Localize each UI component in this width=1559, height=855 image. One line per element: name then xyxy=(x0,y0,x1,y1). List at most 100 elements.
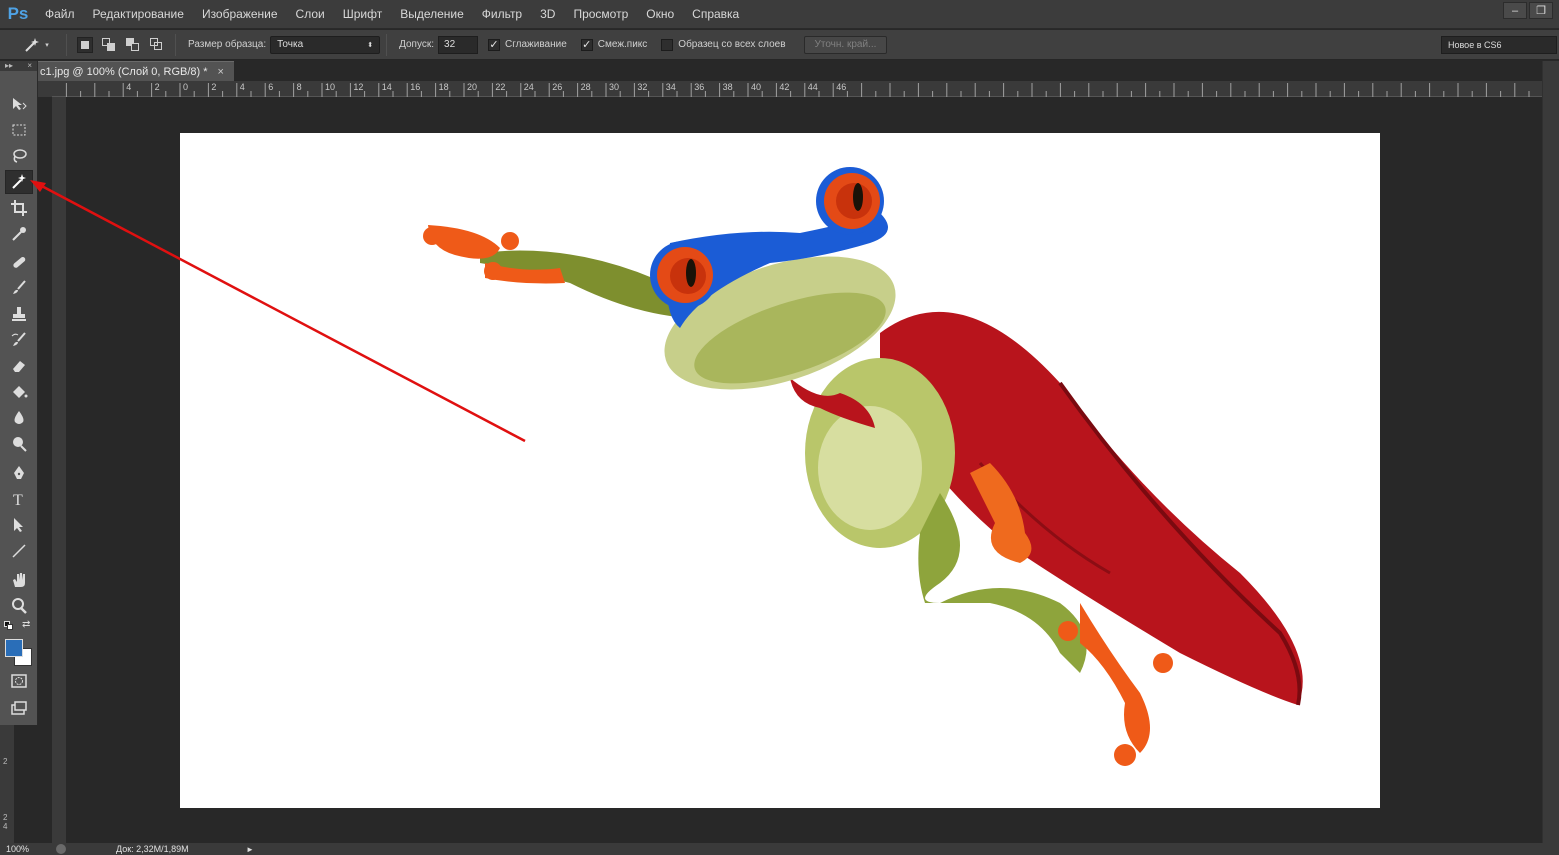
menu-item[interactable]: 3D xyxy=(531,0,564,29)
toolbox: ▸▸ × T ⇄ xyxy=(0,61,38,725)
intersect-selection-button[interactable] xyxy=(149,37,165,53)
menu-item[interactable]: Выделение xyxy=(391,0,473,29)
menu-item[interactable]: Просмотр xyxy=(564,0,637,29)
menu-item[interactable]: Справка xyxy=(683,0,748,29)
ruler-label: 34 xyxy=(666,82,676,92)
frog-superhero-image xyxy=(423,167,1303,766)
new-selection-button[interactable] xyxy=(77,36,93,53)
vertical-scrollbar[interactable] xyxy=(1542,61,1559,843)
marquee-tool-button[interactable] xyxy=(5,118,33,142)
history-brush-tool-button[interactable] xyxy=(5,328,33,352)
workspace-switcher[interactable]: Новое в CS6 xyxy=(1441,36,1557,54)
subtract-from-selection-button[interactable] xyxy=(125,37,141,53)
brush-tool-button[interactable] xyxy=(5,276,33,300)
line-tool-button[interactable] xyxy=(5,539,33,563)
contiguous-checkbox[interactable]: ✓ Смеж.пикс xyxy=(580,38,647,51)
close-icon[interactable]: × xyxy=(218,66,224,78)
add-to-selection-button[interactable] xyxy=(101,37,117,53)
menu-item[interactable]: Слои xyxy=(287,0,334,29)
divider xyxy=(175,33,176,56)
magic-wand-tool-icon xyxy=(12,174,26,189)
menu-item[interactable]: Редактирование xyxy=(84,0,193,29)
sample-all-layers-checkbox[interactable]: Образец со всех слоев xyxy=(661,38,786,51)
updown-arrows-icon: ⬍ xyxy=(367,41,374,49)
document-tab-title: c1.jpg @ 100% (Слой 0, RGB/8) * xyxy=(40,65,208,78)
ruler-label: 30 xyxy=(609,82,619,92)
default-colors-icon[interactable] xyxy=(4,621,14,631)
pen-tool-icon xyxy=(14,466,24,479)
status-menu-arrow-icon[interactable]: ► xyxy=(246,845,254,854)
divider xyxy=(66,33,67,56)
ruler-label: 36 xyxy=(694,82,704,92)
zoom-tool-button[interactable] xyxy=(5,594,33,618)
status-bar-icon[interactable] xyxy=(56,844,66,854)
pen-tool-button[interactable] xyxy=(5,461,33,485)
vertical-ruler-lower: 2 2 4 xyxy=(0,725,14,843)
menu-items: Файл Редактирование Изображение Слои Шрифт Вы… xyxy=(36,0,748,29)
screen-mode-icon xyxy=(11,701,27,715)
ruler-label: 46 xyxy=(836,82,846,92)
crop-tool-icon xyxy=(11,200,27,216)
vruler-label: 4 xyxy=(3,822,8,831)
dodge-tool-icon xyxy=(13,437,27,452)
hand-tool-button[interactable] xyxy=(5,568,33,592)
minimize-button[interactable]: – xyxy=(1503,2,1527,19)
menu-item[interactable]: Файл xyxy=(36,0,84,29)
lasso-tool-button[interactable] xyxy=(5,144,33,168)
sample-all-layers-label: Образец со всех слоев xyxy=(678,39,786,50)
document-canvas[interactable] xyxy=(180,133,1380,808)
move-tool-icon xyxy=(13,98,27,110)
photoshop-logo: Ps xyxy=(7,4,29,23)
menu-item[interactable]: Изображение xyxy=(193,0,287,29)
tolerance-label: Допуск: xyxy=(399,39,435,50)
menu-bar: Ps Файл Редактирование Изображение Слои Шриф… xyxy=(0,0,1559,29)
ruler-label: 38 xyxy=(723,82,733,92)
magic-wand-tool-button[interactable] xyxy=(5,170,33,194)
move-tool-button[interactable] xyxy=(5,92,33,116)
horizontal-ruler[interactable]: 4 2 0 2 4 6 8 10 12 14 16 18 20 22 24 26 28 30 32 34 36 38 40 4… xyxy=(52,81,1542,97)
type-tool-button[interactable]: T xyxy=(5,487,33,511)
sample-size-select[interactable]: Точка ⬍ xyxy=(270,35,381,54)
quick-mask-icon xyxy=(11,674,27,688)
toolbox-header: ▸▸ × xyxy=(0,61,37,71)
eyedropper-tool-button[interactable] xyxy=(5,222,33,246)
tool-preset-picker[interactable]: ▾ xyxy=(12,33,60,57)
ruler-label: 0 xyxy=(183,82,188,92)
paint-bucket-tool-button[interactable] xyxy=(5,380,33,404)
dodge-tool-button[interactable] xyxy=(5,432,33,456)
ruler-label: 22 xyxy=(495,82,505,92)
ruler-label: 12 xyxy=(353,82,363,92)
ruler-label: 42 xyxy=(779,82,789,92)
vruler-label: 2 xyxy=(3,757,8,766)
menu-item[interactable]: Шрифт xyxy=(334,0,391,29)
ruler-label: 2 xyxy=(211,82,216,92)
tolerance-input[interactable]: 32 xyxy=(438,35,479,54)
close-icon[interactable]: × xyxy=(27,61,32,71)
swap-colors-icon[interactable]: ⇄ xyxy=(22,619,30,630)
zoom-level[interactable]: 100% xyxy=(0,844,56,854)
eraser-tool-button[interactable] xyxy=(5,354,33,378)
menu-item[interactable]: Окно xyxy=(637,0,683,29)
refine-edge-button[interactable]: Уточн. край... xyxy=(803,35,888,54)
clone-stamp-tool-button[interactable] xyxy=(5,302,33,326)
restore-button[interactable]: ❐ xyxy=(1529,2,1553,19)
ruler-label: 24 xyxy=(524,82,534,92)
menu-item[interactable]: Фильтр xyxy=(473,0,531,29)
line-tool-icon xyxy=(12,544,26,558)
foreground-color-swatch[interactable] xyxy=(5,639,23,657)
quick-mask-button[interactable] xyxy=(5,669,33,693)
document-tab[interactable]: c1.jpg @ 100% (Слой 0, RGB/8) * × xyxy=(38,61,234,81)
healing-brush-tool-button[interactable] xyxy=(5,250,33,274)
collapse-arrows-icon[interactable]: ▸▸ xyxy=(5,61,13,71)
ruler-label: 4 xyxy=(126,82,131,92)
path-selection-tool-button[interactable] xyxy=(5,513,33,537)
ruler-label: 20 xyxy=(467,82,477,92)
sample-size-label: Размер образца: xyxy=(188,39,267,50)
ruler-origin[interactable] xyxy=(38,81,52,97)
vertical-ruler[interactable] xyxy=(52,97,66,843)
antialias-checkbox[interactable]: ✓ Сглаживание xyxy=(488,38,567,51)
screen-mode-button[interactable] xyxy=(5,696,33,720)
options-bar: ▾ Размер образца: Точка ⬍ Допуск: 32 ✓ С… xyxy=(0,30,1559,60)
crop-tool-button[interactable] xyxy=(5,196,33,220)
blur-tool-button[interactable] xyxy=(5,406,33,430)
